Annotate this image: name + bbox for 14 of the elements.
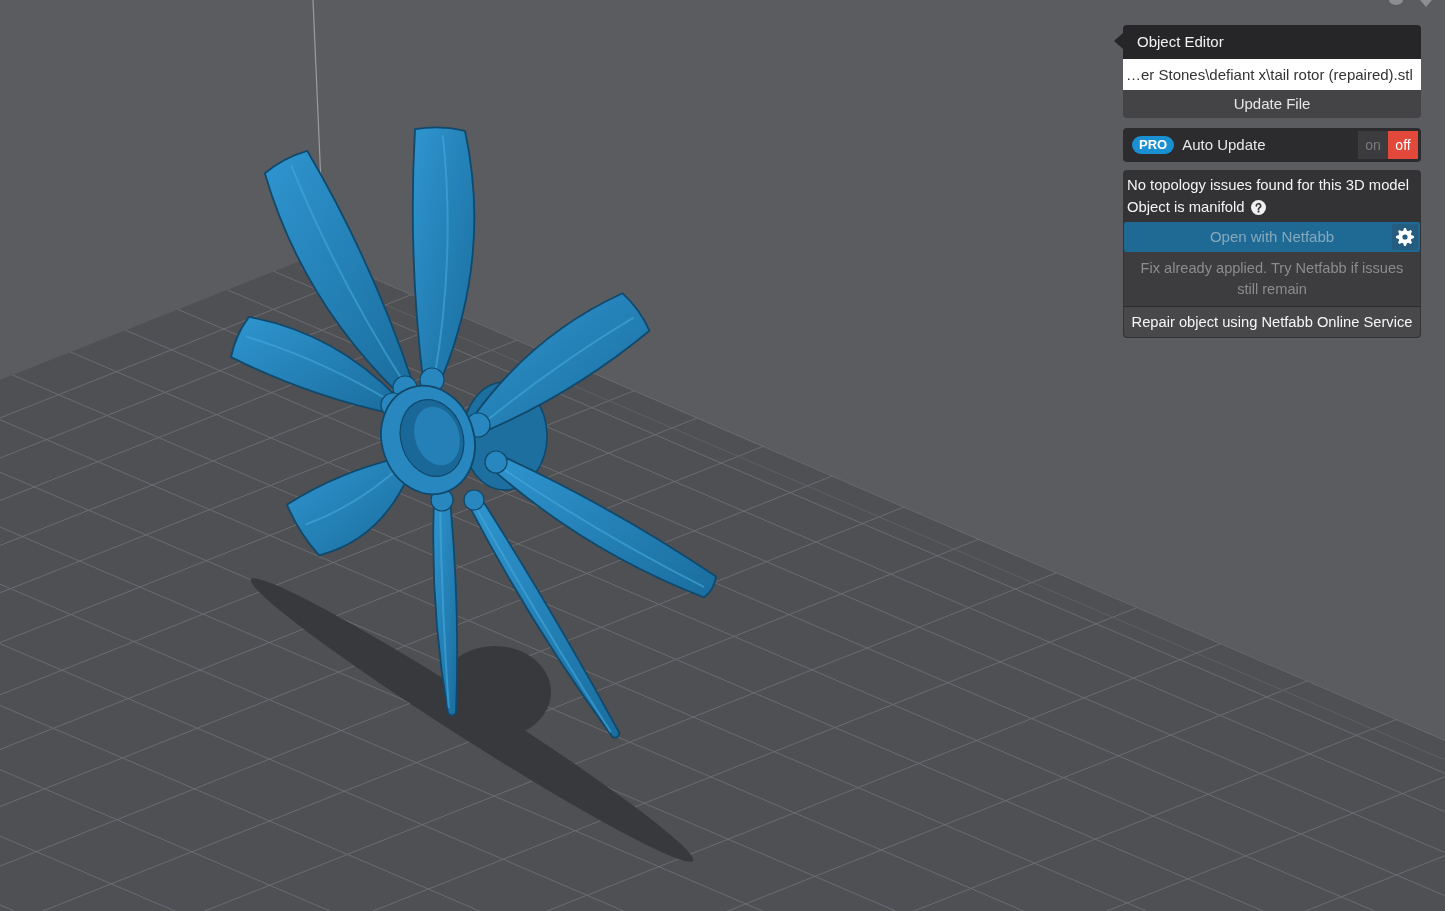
file-path-field[interactable]: …er Stones\defiant x\tail rotor (repaired).stl (1123, 59, 1421, 90)
update-file-button[interactable]: Update File (1123, 90, 1421, 118)
repair-note: Fix already applied. Try Netfabb if issues still remain (1124, 252, 1420, 306)
dialog-title: Object Editor (1123, 25, 1421, 59)
pro-badge: PRO (1132, 136, 1175, 154)
help-icon[interactable] (1250, 199, 1266, 215)
pointer-icon (1114, 33, 1123, 49)
gear-icon (1396, 228, 1414, 246)
repair-online-button[interactable]: Repair object using Netfabb Online Service (1124, 306, 1420, 337)
toggle-option[interactable]: off (1388, 131, 1418, 159)
settings-button[interactable] (1392, 224, 1418, 250)
auto-update-label: Auto Update (1182, 134, 1266, 155)
manifold-status: Object is manifold (1127, 197, 1245, 217)
topology-message: No topology issues found for this 3D model (1126, 176, 1411, 195)
